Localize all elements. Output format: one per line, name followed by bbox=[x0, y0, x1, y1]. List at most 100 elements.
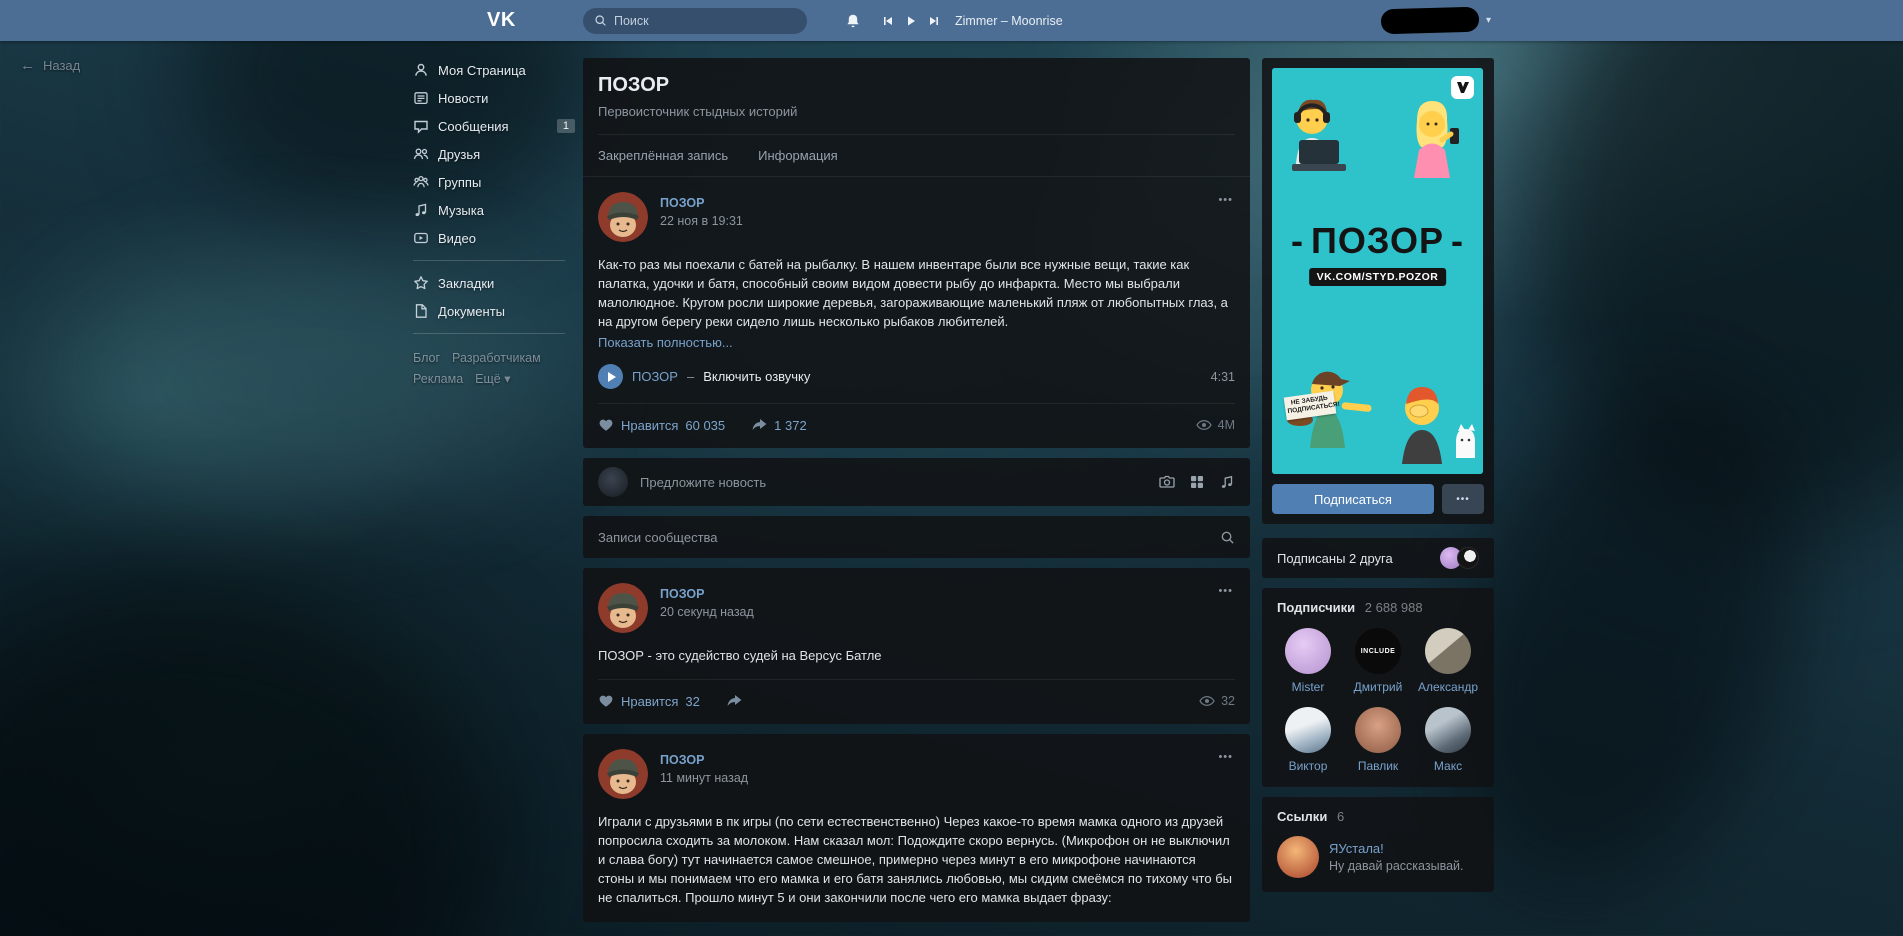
subscriber-card[interactable]: Павлик bbox=[1347, 707, 1409, 773]
subscriber-avatar[interactable] bbox=[1355, 707, 1401, 753]
banner-url-label: VK.COM/STYD.POZOR bbox=[1309, 268, 1447, 286]
messages-icon bbox=[413, 118, 429, 134]
banner-title: ПОЗОР bbox=[1272, 220, 1483, 262]
sidebar-item-groups[interactable]: Группы bbox=[413, 168, 575, 196]
footer-link-blog[interactable]: Блог bbox=[413, 351, 440, 365]
subscribe-button[interactable]: Подписаться bbox=[1272, 484, 1434, 514]
post-text: Играли с друзьями в пк игры (по сети ест… bbox=[598, 812, 1235, 907]
community-banner[interactable]: ПОЗОР VK.COM/STYD.POZOR НЕ ЗАБУДЬ ПОДПИС… bbox=[1272, 68, 1483, 474]
left-sidebar: Моя Страница Новости Сообщения 1 Друзья … bbox=[413, 56, 575, 390]
tab-pinned-post[interactable]: Закреплённая запись bbox=[598, 148, 728, 163]
attach-video-icon[interactable] bbox=[1189, 474, 1205, 490]
subscriber-avatar[interactable] bbox=[1285, 628, 1331, 674]
back-button[interactable]: ← Назад bbox=[20, 57, 80, 74]
player-next-button[interactable] bbox=[928, 15, 940, 27]
audio-attachment: ПОЗОР – Включить озвучку 4:31 bbox=[598, 364, 1235, 389]
sidebar-item-documents[interactable]: Документы bbox=[413, 297, 575, 325]
tab-info[interactable]: Информация bbox=[758, 148, 838, 163]
subscriber-card[interactable]: INCLUDE Дмитрий bbox=[1347, 628, 1409, 694]
search-input[interactable] bbox=[614, 14, 796, 28]
subscriber-avatar[interactable] bbox=[1285, 707, 1331, 753]
audio-play-button[interactable] bbox=[598, 364, 623, 389]
player-prev-button[interactable] bbox=[882, 15, 894, 27]
sidebar-item-bookmarks[interactable]: Закладки bbox=[413, 269, 575, 297]
community-avatar[interactable] bbox=[598, 749, 648, 799]
friends-subscribed-panel[interactable]: Подписаны 2 друга bbox=[1262, 538, 1494, 578]
subscriber-avatar[interactable] bbox=[1425, 628, 1471, 674]
community-more-button[interactable]: ••• bbox=[1442, 484, 1484, 514]
subscribers-title[interactable]: Подписчики bbox=[1277, 600, 1355, 615]
sidebar-item-friends[interactable]: Друзья bbox=[413, 140, 575, 168]
sidebar-item-news[interactable]: Новости bbox=[413, 84, 575, 112]
community-avatar[interactable] bbox=[598, 583, 648, 633]
post-menu-button[interactable]: ••• bbox=[1218, 751, 1233, 763]
subscriber-avatar[interactable] bbox=[1425, 707, 1471, 753]
user-avatar[interactable] bbox=[598, 467, 628, 497]
community-avatar[interactable] bbox=[598, 192, 648, 242]
audio-title: Включить озвучку bbox=[703, 369, 810, 384]
post-menu-button[interactable]: ••• bbox=[1218, 194, 1233, 206]
show-more-link[interactable]: Показать полностью... bbox=[598, 335, 733, 350]
links-title[interactable]: Ссылки bbox=[1277, 809, 1327, 824]
wall-search-input[interactable]: Записи сообщества bbox=[598, 530, 718, 545]
back-arrow-icon: ← bbox=[20, 57, 35, 74]
subscribers-panel: Подписчики 2 688 988 Mister INCLUDE Дмит… bbox=[1262, 588, 1494, 787]
post-author-link[interactable]: ПОЗОР bbox=[660, 587, 704, 601]
share-button[interactable]: 1 372 bbox=[751, 417, 807, 433]
footer-link-developers[interactable]: Разработчикам bbox=[452, 351, 541, 365]
views-counter: 32 bbox=[1199, 693, 1235, 709]
notifications-bell-icon[interactable] bbox=[845, 0, 861, 41]
audio-player: Zimmer – Moonrise bbox=[882, 0, 1063, 41]
post-author-link[interactable]: ПОЗОР bbox=[660, 753, 704, 767]
share-button[interactable] bbox=[726, 693, 742, 709]
vk-community-page: { "ui": {"ellipsis": "•••", "chevron_dow… bbox=[0, 0, 1903, 936]
subscriber-card[interactable]: Mister bbox=[1277, 628, 1339, 694]
post-date: 22 ноя в 19:31 bbox=[660, 214, 743, 228]
main-column: ПОЗОР Первоисточник стыдных историй Закр… bbox=[583, 58, 1250, 932]
community-panel: ПОЗОР Первоисточник стыдных историй Закр… bbox=[583, 58, 1250, 448]
account-menu[interactable]: ▾ bbox=[1381, 0, 1491, 41]
back-label: Назад bbox=[43, 58, 80, 73]
friends-subscribed-label: Подписаны 2 друга bbox=[1277, 551, 1393, 566]
footer-link-ads[interactable]: Реклама bbox=[413, 372, 463, 386]
like-button[interactable]: Нравится60 035 bbox=[598, 417, 725, 433]
footer-link-more[interactable]: Ещё ▾ bbox=[475, 372, 510, 386]
audio-artist-link[interactable]: ПОЗОР bbox=[632, 369, 678, 384]
post-menu-button[interactable]: ••• bbox=[1218, 585, 1233, 597]
chevron-down-icon: ▾ bbox=[504, 372, 510, 386]
friend-avatar[interactable] bbox=[1457, 547, 1479, 569]
player-play-button[interactable] bbox=[905, 15, 917, 27]
subscriber-avatar[interactable]: INCLUDE bbox=[1355, 628, 1401, 674]
sidebar-divider bbox=[413, 260, 565, 261]
audio-duration: 4:31 bbox=[1211, 370, 1235, 384]
subscriber-card[interactable]: Макс bbox=[1417, 707, 1479, 773]
right-column: ПОЗОР VK.COM/STYD.POZOR НЕ ЗАБУДЬ ПОДПИС… bbox=[1262, 58, 1494, 902]
subscriber-card[interactable]: Виктор bbox=[1277, 707, 1339, 773]
suggest-post-input[interactable]: Предложите новость bbox=[640, 475, 766, 490]
player-track-title[interactable]: Zimmer – Moonrise bbox=[955, 14, 1063, 28]
like-button[interactable]: Нравится32 bbox=[598, 693, 700, 709]
share-icon bbox=[726, 693, 742, 709]
vk-logo[interactable]: VK bbox=[487, 0, 516, 41]
share-icon bbox=[751, 417, 767, 433]
post-text: Как-то раз мы поехали с батей на рыбалку… bbox=[598, 255, 1235, 331]
post-author-link[interactable]: ПОЗОР bbox=[660, 196, 704, 210]
sidebar-item-my-page[interactable]: Моя Страница bbox=[413, 56, 575, 84]
heart-icon bbox=[598, 417, 614, 433]
post-text: ПОЗОР - это судейство судей на Версус Ба… bbox=[598, 646, 1235, 665]
attach-photo-icon[interactable] bbox=[1159, 474, 1175, 490]
messages-unread-badge: 1 bbox=[557, 119, 575, 133]
sidebar-item-video[interactable]: Видео bbox=[413, 224, 575, 252]
sidebar-item-messages[interactable]: Сообщения 1 bbox=[413, 112, 575, 140]
heart-icon bbox=[598, 693, 614, 709]
post-time: 20 секунд назад bbox=[660, 605, 754, 619]
link-avatar[interactable] bbox=[1277, 836, 1319, 878]
link-item[interactable]: ЯУстала! Ну давай рассказывай. bbox=[1277, 836, 1479, 878]
video-icon bbox=[413, 230, 429, 246]
subscribers-count: 2 688 988 bbox=[1365, 600, 1423, 615]
sidebar-item-music[interactable]: Музыка bbox=[413, 196, 575, 224]
subscriber-card[interactable]: Александр bbox=[1417, 628, 1479, 694]
attach-audio-icon[interactable] bbox=[1219, 474, 1235, 490]
wall-search-icon[interactable] bbox=[1220, 530, 1235, 545]
eye-icon bbox=[1196, 417, 1212, 433]
